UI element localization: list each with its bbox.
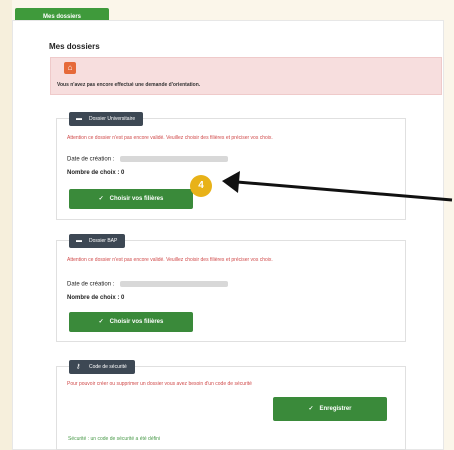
annotation-arrow: [222, 171, 453, 202]
